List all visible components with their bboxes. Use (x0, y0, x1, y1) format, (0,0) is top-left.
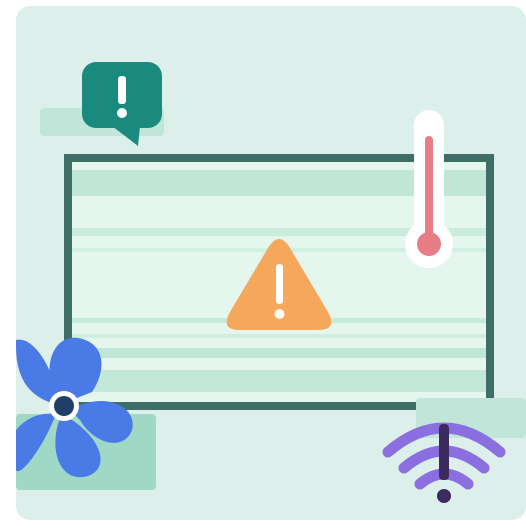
illustration-svg (16, 6, 526, 520)
illustration-canvas (0, 0, 526, 529)
panel-stripe (72, 334, 486, 338)
wifi-exclamation (437, 424, 451, 503)
panel-stripe (72, 370, 486, 392)
panel-stripe (72, 348, 486, 358)
